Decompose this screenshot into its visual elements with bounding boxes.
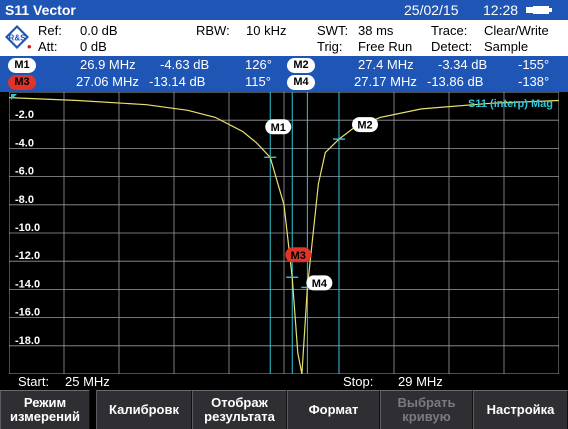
softkey-result-display[interactable]: Отображ результата [192, 390, 287, 429]
y-tick-label: -18.0 [15, 335, 40, 347]
marker-m3-freq: 27.06 MHz [76, 74, 139, 89]
rbw-value: 10 kHz [246, 23, 287, 38]
marker-m1-phase: 126° [245, 57, 272, 72]
att-label: Att: [38, 39, 58, 54]
marker-badge-m3[interactable]: M3 [8, 75, 36, 90]
marker-label-m3: M3 [291, 250, 306, 262]
y-tick-label: -2.0 [15, 109, 34, 121]
trace-value: Clear/Write [484, 23, 549, 38]
mode-title: S11 Vector [5, 2, 76, 18]
time-display: 12:28 [483, 2, 519, 18]
marker-m3-phase: 115° [245, 74, 271, 89]
marker-m4-level: -13.86 dB [427, 74, 484, 89]
marker-m1-freq: 26.9 MHz [80, 57, 136, 72]
y-tick-label: -10.0 [15, 222, 40, 234]
start-frequency: 25 MHz [65, 374, 110, 389]
marker-table: M1 26.9 MHz -4.63 dB 126° M2 27.4 MHz -3… [0, 56, 568, 92]
battery-icon [526, 6, 552, 14]
ref-label: Ref: [38, 23, 62, 38]
softkey-calibration[interactable]: Калибровк [96, 390, 192, 429]
detect-value: Sample [484, 39, 529, 54]
y-tick-label: -12.0 [15, 250, 40, 262]
settings-panel: R&S Ref: 0.0 dB • Att: 0 dB RBW: 10 kHz … [0, 20, 568, 56]
marker-badge-m2[interactable]: M2 [287, 58, 315, 73]
y-tick-label: -8.0 [15, 194, 34, 206]
ref-value: 0.0 dB [80, 23, 118, 38]
y-tick-label: -16.0 [15, 307, 40, 319]
softkey-setup[interactable]: Настройка [473, 390, 568, 429]
att-value: 0 dB [80, 39, 107, 54]
svg-text:R&S: R&S [9, 34, 27, 43]
y-tick-label: -14.0 [15, 278, 40, 290]
marker-label-m1: M1 [271, 122, 286, 134]
detect-label: Detect: [431, 39, 473, 54]
marker-m1-level: -4.63 dB [160, 57, 210, 72]
marker-m4-freq: 27.17 MHz [354, 74, 417, 89]
marker-m2-level: -3.34 dB [438, 57, 488, 72]
s11-magnitude-plot[interactable]: -2.0 -4.0 -6.0 -8.0 -10.0 -12.0 -14.0 -16.0 -18.… [9, 92, 559, 374]
y-tick-label: -6.0 [15, 166, 34, 178]
frequency-axis-bar: Start: 25 MHz Stop: 29 MHz [0, 374, 568, 390]
y-tick-label: -4.0 [15, 137, 34, 149]
rbw-label: RBW: [196, 23, 230, 38]
trig-value: Free Run [358, 39, 413, 54]
marker-badge-m4[interactable]: M4 [287, 75, 315, 90]
date-display: 25/02/15 [404, 2, 459, 18]
marker-m2-phase: -155° [518, 57, 550, 72]
marker-badge-m1[interactable]: M1 [8, 58, 36, 73]
marker-m2-freq: 27.4 MHz [358, 57, 414, 72]
title-bar: S11 Vector 25/02/15 12:28 [0, 0, 568, 20]
swt-label: SWT: [317, 23, 349, 38]
trace-title: S11 (interp) Mag [468, 98, 553, 110]
marker-label-m4: M4 [312, 278, 328, 290]
analyzer-screen: S11 Vector 25/02/15 12:28 R&S Ref: 0.0 d… [0, 0, 568, 429]
stop-frequency: 29 MHz [398, 374, 443, 389]
start-label: Start: [18, 374, 50, 389]
marker-m3-level: -13.14 dB [149, 74, 206, 89]
marker-m4-phase: -138° [518, 74, 550, 89]
att-indicator-dot: • [27, 39, 32, 54]
softkey-format[interactable]: Формат [287, 390, 380, 429]
trig-label: Trig: [317, 39, 343, 54]
softkey-bar: Режим измерений Калибровк Отображ резуль… [0, 390, 568, 429]
softkey-measurement-mode[interactable]: Режим измерений [0, 390, 90, 429]
trace-label: Trace: [431, 23, 468, 38]
swt-value: 38 ms [358, 23, 394, 38]
stop-label: Stop: [343, 374, 374, 389]
marker-label-m2: M2 [357, 120, 372, 132]
softkey-select-trace: Выбрать кривую [380, 390, 473, 429]
